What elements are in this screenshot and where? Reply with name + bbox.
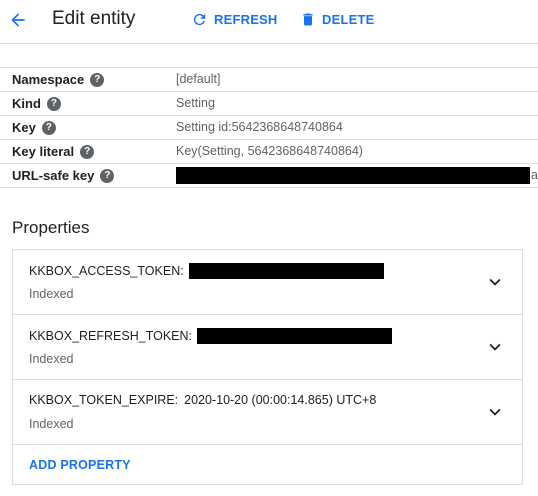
- indexed-label: Indexed: [29, 417, 74, 431]
- redacted-value: [197, 328, 393, 344]
- property-name: KKBOX_ACCESS_TOKEN:: [29, 264, 184, 278]
- help-icon[interactable]: ?: [80, 144, 95, 159]
- help-icon[interactable]: ?: [100, 168, 115, 183]
- namespace-value: [default]: [176, 72, 221, 86]
- key-row-key-literal: Key literal? Key(Setting, 56423686487408…: [0, 140, 538, 164]
- property-row[interactable]: KKBOX_ACCESS_TOKEN: Indexed: [13, 250, 522, 315]
- property-row[interactable]: KKBOX_REFRESH_TOKEN: Indexed: [13, 315, 522, 380]
- kind-label: Kind: [12, 96, 41, 111]
- redacted-value: [176, 167, 530, 184]
- expand-button[interactable]: [483, 400, 507, 424]
- expand-button[interactable]: [483, 270, 507, 294]
- delete-label: DELETE: [322, 11, 375, 27]
- key-row-namespace: Namespace? [default]: [0, 68, 538, 92]
- property-value: 2020-10-20 (00:00:14.865) UTC+8: [184, 393, 377, 407]
- help-icon[interactable]: ?: [46, 96, 61, 111]
- expand-button[interactable]: [483, 335, 507, 359]
- key-label: Key: [12, 120, 36, 135]
- chevron-down-icon: [489, 278, 501, 286]
- add-property-button[interactable]: ADD PROPERTY: [29, 458, 131, 472]
- url-safe-key-tail: a': [531, 168, 538, 182]
- indexed-label: Indexed: [29, 352, 74, 366]
- help-icon[interactable]: ?: [90, 72, 105, 87]
- url-safe-key-label: URL-safe key: [12, 168, 95, 183]
- trash-icon: [303, 13, 313, 25]
- chevron-down-icon: [489, 343, 501, 351]
- page-title: Edit entity: [52, 8, 136, 29]
- help-icon[interactable]: ?: [41, 120, 56, 135]
- properties-title: Properties: [12, 218, 90, 237]
- indexed-label: Indexed: [29, 287, 74, 301]
- refresh-button[interactable]: REFRESH: [191, 10, 278, 28]
- toolbar: Edit entity REFRESH DELETE: [0, 0, 538, 44]
- refresh-label: REFRESH: [214, 11, 278, 27]
- namespace-label: Namespace: [12, 72, 85, 87]
- arrow-back-icon: [11, 13, 25, 27]
- refresh-icon: [193, 13, 206, 25]
- back-button[interactable]: [6, 8, 30, 32]
- property-name: KKBOX_REFRESH_TOKEN:: [29, 329, 193, 343]
- key-info-table: Namespace? [default] Kind? Setting Key? …: [0, 67, 538, 188]
- properties-panel: KKBOX_ACCESS_TOKEN: Indexed KKBOX_REFRES…: [12, 249, 523, 485]
- key-literal-label: Key literal: [12, 144, 75, 159]
- property-row[interactable]: KKBOX_TOKEN_EXPIRE: 2020-10-20 (00:00:14…: [13, 380, 522, 445]
- kind-value: Setting: [176, 96, 215, 110]
- key-value: Setting id:5642368648740864: [176, 120, 343, 134]
- delete-button[interactable]: DELETE: [300, 10, 374, 28]
- key-literal-value: Key(Setting, 5642368648740864): [176, 144, 363, 158]
- key-row-url-safe-key: URL-safe key? a': [0, 164, 538, 188]
- key-row-kind: Kind? Setting: [0, 92, 538, 116]
- key-row-key: Key? Setting id:5642368648740864: [0, 116, 538, 140]
- property-name: KKBOX_TOKEN_EXPIRE:: [29, 393, 179, 407]
- chevron-down-icon: [489, 408, 501, 416]
- redacted-value: [188, 263, 384, 279]
